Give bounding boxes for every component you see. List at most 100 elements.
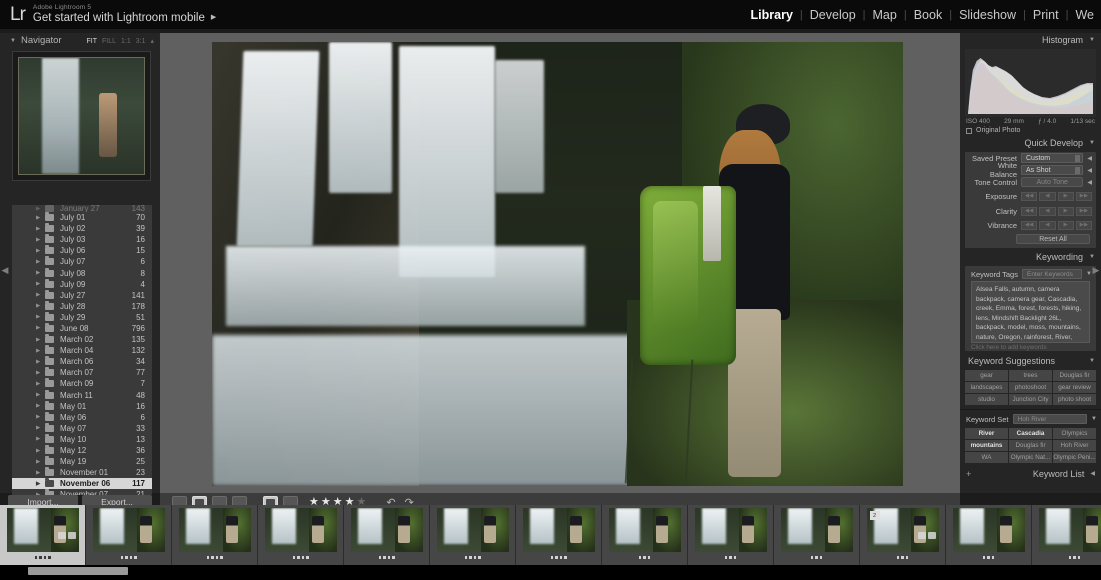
left-panel-collapse-icon[interactable]: ◀ xyxy=(1,255,9,285)
stepper-icon[interactable] xyxy=(1075,155,1080,162)
chevron-right-icon[interactable]: ▶ xyxy=(36,259,40,265)
stepper-button[interactable]: ◀ xyxy=(1039,192,1055,201)
folder-row[interactable]: ▶May 0733 xyxy=(12,423,152,434)
folder-row[interactable]: ▶March 0634 xyxy=(12,356,152,367)
chevron-right-icon[interactable]: ▶ xyxy=(36,392,40,398)
chevron-down-icon[interactable]: ▼ xyxy=(1089,140,1095,146)
keyword-suggestions-header[interactable]: Keyword Suggestions ▼ xyxy=(960,354,1101,368)
keyword-tags-dropdown[interactable]: Enter Keywords xyxy=(1022,269,1082,279)
play-arrow-icon[interactable]: ▶ xyxy=(211,14,216,21)
folder-row[interactable]: ▶January 27143 xyxy=(12,205,152,212)
white-balance-row[interactable]: White Balance As Shot ◀ xyxy=(965,164,1096,176)
add-keywords-hint[interactable]: Click here to add keywords xyxy=(971,344,1090,351)
keyword-list-header[interactable]: + Keyword List ◀ xyxy=(960,467,1101,480)
exposure-row[interactable]: Exposure ◀◀◀▶▶▶ xyxy=(965,188,1096,204)
clarity-steppers[interactable]: ◀◀◀▶▶▶ xyxy=(1021,207,1092,216)
keyword-set-cell[interactable]: Olympic Peni... xyxy=(1053,452,1096,463)
chevron-right-icon[interactable]: ▶ xyxy=(36,481,40,487)
vibrance-steppers[interactable]: ◀◀◀▶▶▶ xyxy=(1021,221,1092,230)
folder-row[interactable]: ▶June 08796 xyxy=(12,323,152,334)
navigator-zoom-fit[interactable]: FIT xyxy=(87,38,98,45)
folder-row[interactable]: ▶November 06117 xyxy=(12,478,152,489)
chevron-left-icon[interactable]: ◀ xyxy=(1090,470,1095,477)
stepper-button[interactable]: ◀◀ xyxy=(1021,221,1037,230)
filmstrip-thumbnail[interactable] xyxy=(688,505,774,565)
thumbnail-rating-dots[interactable] xyxy=(639,556,651,559)
chevron-right-icon[interactable]: ▶ xyxy=(36,303,40,309)
keyword-set-cell[interactable]: mountains xyxy=(965,440,1008,451)
folder-row[interactable]: ▶July 076 xyxy=(12,256,152,267)
chevron-right-icon[interactable]: ▶ xyxy=(36,237,40,243)
chevron-right-icon[interactable]: ▶ xyxy=(36,359,40,365)
exposure-steppers[interactable]: ◀◀◀▶▶▶ xyxy=(1021,192,1092,201)
folder-row[interactable]: ▶July 094 xyxy=(12,279,152,290)
navigator-preview[interactable] xyxy=(12,51,151,181)
chevron-right-icon[interactable]: ▶ xyxy=(36,436,40,442)
filmstrip-thumbnail[interactable] xyxy=(258,505,344,565)
module-slideshow[interactable]: Slideshow xyxy=(952,8,1023,22)
folder-row[interactable]: ▶July 0615 xyxy=(12,245,152,256)
stepper-button[interactable]: ▶ xyxy=(1058,207,1074,216)
stepper-icon[interactable] xyxy=(1075,167,1080,174)
stepper-button[interactable]: ◀◀ xyxy=(1021,192,1037,201)
identity-plate[interactable]: Adobe Lightroom 5 Get started with Light… xyxy=(33,5,216,24)
chevron-right-icon[interactable]: ▶ xyxy=(36,270,40,276)
keyword-set-cell[interactable]: Cascadia xyxy=(1009,428,1052,439)
keyword-set-row[interactable]: Keyword Set Hoh River ▼ xyxy=(960,409,1101,426)
chevron-down-icon[interactable]: ▼ xyxy=(1089,37,1095,43)
badge-icon[interactable] xyxy=(68,532,76,539)
filmstrip-thumbnail[interactable]: 2 xyxy=(860,505,946,565)
folder-row[interactable]: ▶May 1925 xyxy=(12,456,152,467)
thumbnail-rating-dots[interactable] xyxy=(121,556,137,559)
stepper-button[interactable]: ▶▶ xyxy=(1076,207,1092,216)
folder-row[interactable]: ▶July 0170 xyxy=(12,212,152,223)
badge-icon[interactable] xyxy=(58,532,66,539)
folder-row[interactable]: ▶May 1013 xyxy=(12,434,152,445)
chevron-right-icon[interactable]: ▶ xyxy=(36,292,40,298)
stack-count-badge[interactable]: 2 xyxy=(870,511,880,520)
quick-develop-header[interactable]: Quick Develop ▼ xyxy=(960,136,1101,150)
right-panel-collapse-icon[interactable]: ▶ xyxy=(1092,255,1100,285)
keyword-suggestion-cell[interactable]: gear xyxy=(965,370,1008,381)
filmstrip[interactable]: 2 xyxy=(0,505,1101,565)
module-print[interactable]: Print xyxy=(1026,8,1066,22)
filmstrip-thumbnail[interactable] xyxy=(516,505,602,565)
chevron-down-icon[interactable]: ▼ xyxy=(1089,358,1095,364)
folder-row[interactable]: ▶November 0123 xyxy=(12,467,152,478)
auto-tone-button[interactable]: Auto Tone xyxy=(1021,177,1083,187)
thumbnail-rating-dots[interactable] xyxy=(35,556,51,559)
loupe-image-container[interactable] xyxy=(212,42,903,486)
chevron-right-icon[interactable]: ▶ xyxy=(36,448,40,454)
thumbnail-rating-dots[interactable] xyxy=(465,556,481,559)
keyword-set-dropdown[interactable]: Hoh River xyxy=(1013,414,1088,424)
badge-icon[interactable] xyxy=(928,532,936,539)
stepper-button[interactable]: ◀ xyxy=(1039,221,1055,230)
filmstrip-thumbnail[interactable] xyxy=(86,505,172,565)
filmstrip-thumbnail[interactable] xyxy=(1032,505,1101,565)
filmstrip-thumbnail[interactable] xyxy=(0,505,86,565)
keyword-suggestion-cell[interactable]: photo shoot xyxy=(1053,394,1096,405)
thumbnail-rating-dots[interactable] xyxy=(725,556,737,559)
chevron-down-icon[interactable]: ▼ xyxy=(1091,416,1097,422)
keyword-suggestion-cell[interactable]: gear review xyxy=(1053,382,1096,393)
stepper-button[interactable]: ▶▶ xyxy=(1076,221,1092,230)
chevron-right-icon[interactable]: ▶ xyxy=(36,414,40,420)
keyword-set-cell[interactable]: Douglas fir xyxy=(1009,440,1052,451)
thumbnail-rating-dots[interactable] xyxy=(811,556,823,559)
module-develop[interactable]: Develop xyxy=(803,8,863,22)
tone-control-row[interactable]: Tone Control Auto Tone ◀ xyxy=(965,176,1096,188)
folder-row[interactable]: ▶July 2951 xyxy=(12,312,152,323)
keywording-header[interactable]: Keywording ▼ xyxy=(960,250,1101,264)
keyword-set-cell[interactable]: River xyxy=(965,428,1008,439)
stepper-button[interactable]: ◀ xyxy=(1039,207,1055,216)
badge-icon[interactable] xyxy=(918,532,926,539)
chevron-right-icon[interactable]: ▶ xyxy=(36,348,40,354)
clarity-row[interactable]: Clarity ◀◀◀▶▶▶ xyxy=(965,204,1096,218)
chevron-right-icon[interactable]: ▶ xyxy=(36,325,40,331)
module-book[interactable]: Book xyxy=(907,8,950,22)
thumbnail-rating-dots[interactable] xyxy=(379,556,395,559)
keyword-suggestion-cell[interactable]: landscapes xyxy=(965,382,1008,393)
keyword-suggestion-cell[interactable]: Douglas fir xyxy=(1053,370,1096,381)
module-we[interactable]: We xyxy=(1068,8,1101,22)
folder-row[interactable]: ▶July 27141 xyxy=(12,290,152,301)
